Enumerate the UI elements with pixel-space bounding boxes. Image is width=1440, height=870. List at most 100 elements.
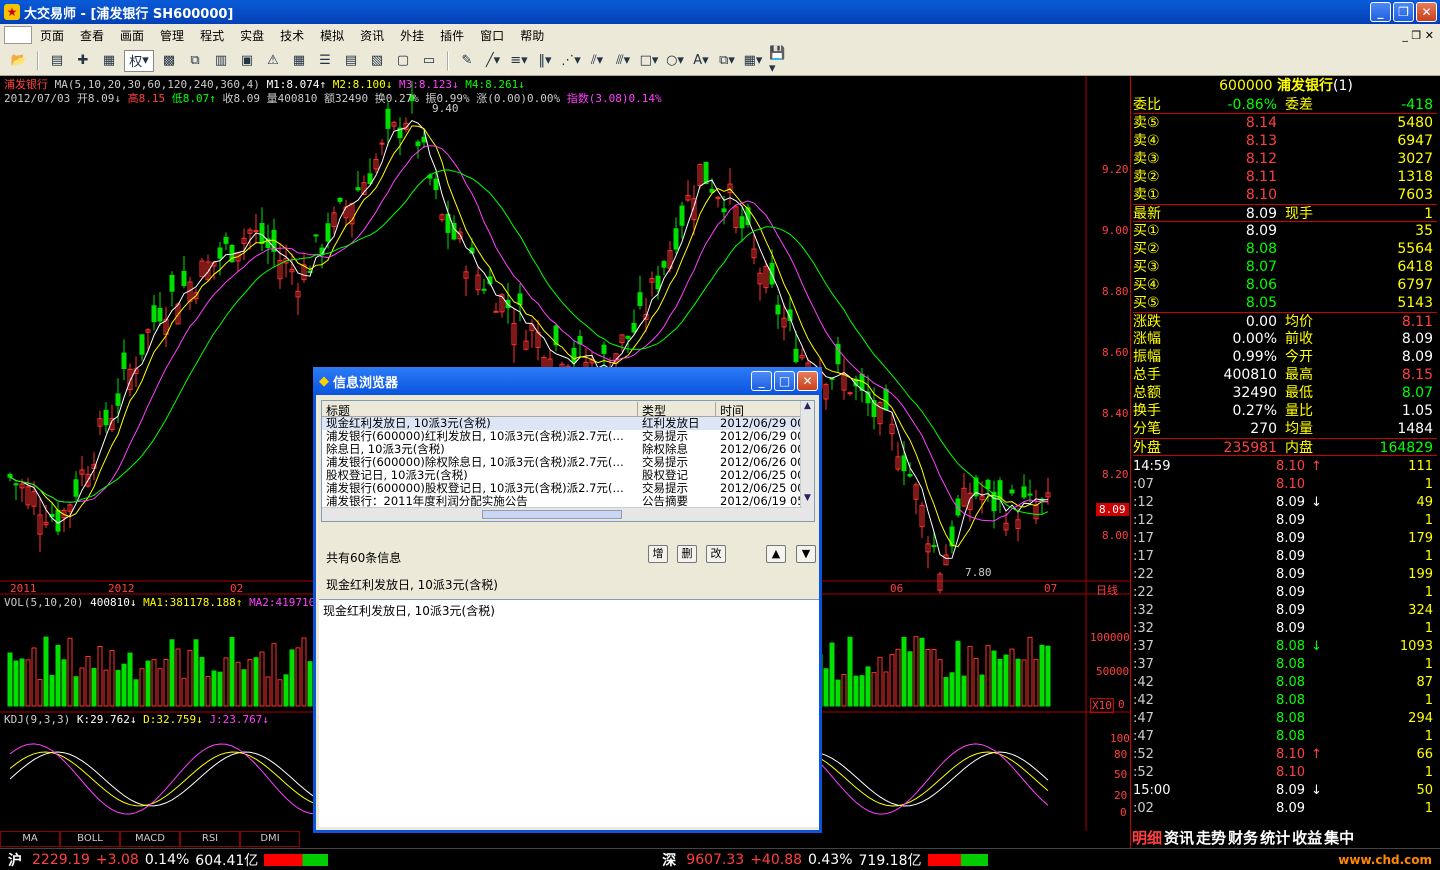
multi-icon[interactable]: ▥ xyxy=(210,50,232,72)
dialog-maximize-button[interactable]: □ xyxy=(774,371,795,391)
stock-icon[interactable]: ▤ xyxy=(46,50,68,72)
stat-label: 均价 xyxy=(1285,314,1313,330)
dialog-close-button[interactable]: ✕ xyxy=(797,371,818,391)
info-icon[interactable]: ▣ xyxy=(236,50,258,72)
hline-tool-icon[interactable]: ≡▾ xyxy=(508,50,530,72)
menu-manage[interactable]: 管理 xyxy=(152,27,192,44)
col-title[interactable]: 标题 xyxy=(322,402,638,418)
open-folder-icon[interactable]: 📂 xyxy=(8,50,30,72)
list-icon[interactable]: ☰ xyxy=(314,50,336,72)
tab-trend[interactable]: 走势 xyxy=(1196,827,1226,848)
tab-detail[interactable]: 明细 xyxy=(1132,827,1162,848)
menu-plugin[interactable]: 插件 xyxy=(432,27,472,44)
col-type[interactable]: 类型 xyxy=(638,402,716,418)
chart-icon[interactable]: ▩ xyxy=(158,50,180,72)
crosshair-icon[interactable]: ✚ xyxy=(72,50,94,72)
grid-icon[interactable]: ▦ xyxy=(98,50,120,72)
tab-ma[interactable]: MA xyxy=(0,831,60,847)
item-title: 浦发银行(600000)股权登记日, 10派3元(含税)派2.7元(… xyxy=(326,482,624,495)
circle-tool-icon[interactable]: ○▾ xyxy=(664,50,686,72)
window-icon[interactable]: ▭ xyxy=(418,50,440,72)
menu-program[interactable]: 程式 xyxy=(192,27,232,44)
tab-finance[interactable]: 财务 xyxy=(1228,827,1258,848)
kdj-tick: 0 xyxy=(1120,806,1127,819)
alert-icon[interactable]: ⚠ xyxy=(262,50,284,72)
list-item[interactable]: 浦发银行(600000)股权登记日, 10派3元(含税)派2.7元(… 交易提示 2… xyxy=(322,482,814,495)
line-tool-icon[interactable]: ╱▾ xyxy=(482,50,504,72)
info-content[interactable]: 现金红利发放日, 10派3元(含税) xyxy=(319,599,819,827)
menu-simulate[interactable]: 模拟 xyxy=(312,27,352,44)
report-icon[interactable]: ▤ xyxy=(340,50,362,72)
tick-arrow: ↓ xyxy=(1311,495,1322,510)
list-item[interactable]: 股权登记日, 10派3元(含税) 股权登记 2012/06/25 00 xyxy=(322,469,814,482)
tab-dmi[interactable]: DMI xyxy=(240,831,300,847)
text-tool-icon[interactable]: A▾ xyxy=(690,50,712,72)
toolbar-separator-2 xyxy=(447,50,449,71)
menu-page[interactable]: 页面 xyxy=(32,27,72,44)
ask-price: 8.12 xyxy=(1245,151,1277,167)
tick-time: :07 xyxy=(1133,477,1154,492)
delete-button[interactable]: 删 xyxy=(677,545,697,563)
menu-news[interactable]: 资讯 xyxy=(352,27,392,44)
rect-tool-icon[interactable]: □▾ xyxy=(638,50,660,72)
menu-plugin-ext[interactable]: 外挂 xyxy=(392,27,432,44)
candle-body xyxy=(379,142,385,145)
save-icon[interactable]: 💾▾ xyxy=(768,46,790,76)
edit-button[interactable]: 改 xyxy=(706,545,726,563)
add-button[interactable]: 增 xyxy=(648,545,668,563)
menu-trade[interactable]: 实盘 xyxy=(232,27,272,44)
item-type: 股权登记 xyxy=(642,469,688,482)
list-vscrollbar[interactable]: ▲ ▼ xyxy=(800,401,814,521)
tab-concentration[interactable]: 集中 xyxy=(1324,827,1354,848)
info-list[interactable]: 标题 类型 时间 现金红利发放日, 10派3元(含税) 红利发放日 2012/06/… xyxy=(321,400,815,522)
close-button[interactable]: ✕ xyxy=(1416,2,1437,22)
prev-up-icon[interactable]: ▲ xyxy=(766,545,786,563)
volume-bar xyxy=(79,667,85,707)
menu-view[interactable]: 查看 xyxy=(72,27,112,44)
restore-button[interactable]: ❐ xyxy=(1393,2,1414,22)
tab-stats[interactable]: 统计 xyxy=(1260,827,1290,848)
list-item[interactable]: 除息日, 10派3元(含税) 除权除息 2012/06/26 00 xyxy=(322,443,814,456)
monitor-icon[interactable]: ▢ xyxy=(392,50,414,72)
volume-bar xyxy=(103,669,109,707)
tab-news[interactable]: 资讯 xyxy=(1164,827,1194,848)
kline-icon[interactable]: ▧ xyxy=(366,50,388,72)
list-item[interactable]: 浦发银行(600000)红利发放日, 10派3元(含税)派2.7元(… 交易提示 2… xyxy=(322,430,814,443)
vline-tool-icon[interactable]: ‖▾ xyxy=(534,50,556,72)
tab-boll[interactable]: BOLL xyxy=(60,831,120,847)
menu-help[interactable]: 帮助 xyxy=(512,27,552,44)
next-down-icon[interactable]: ▼ xyxy=(796,545,816,563)
tab-macd[interactable]: MACD xyxy=(120,831,180,847)
channel-tool-icon[interactable]: ⫽▾ xyxy=(586,50,608,72)
palette-icon[interactable]: ▦▾ xyxy=(742,50,764,72)
col-time[interactable]: 时间 xyxy=(716,402,802,418)
volume-bar xyxy=(925,648,931,707)
sz-label: 深 xyxy=(662,852,677,869)
candle-body xyxy=(847,392,853,395)
scroll-up-icon[interactable]: ▲ xyxy=(801,401,814,415)
copy-tool-icon[interactable]: ⧉▾ xyxy=(716,50,738,72)
list-item[interactable]: 现金红利发放日, 10派3元(含税) 红利发放日 2012/06/29 00 xyxy=(322,417,814,430)
mdi-controls[interactable]: _ ❐ ✕ xyxy=(1402,29,1434,42)
table-icon[interactable]: ▦ xyxy=(288,50,310,72)
list-item[interactable]: 浦发银行(600000)除权除息日, 10派3元(含税)派2.7元(… 交易提示 2… xyxy=(322,456,814,469)
tab-rsi[interactable]: RSI xyxy=(180,831,240,847)
scroll-down-icon[interactable]: ▼ xyxy=(801,493,814,507)
dialog-titlebar[interactable]: ◆ 信息浏览器 xyxy=(313,367,822,395)
menu-window[interactable]: 窗口 xyxy=(472,27,512,44)
parallel-tool-icon[interactable]: ⫻▾ xyxy=(612,50,634,72)
hscroll-thumb[interactable] xyxy=(482,510,622,519)
compare-icon[interactable]: ⧉ xyxy=(184,50,206,72)
menu-app-icon[interactable] xyxy=(4,26,32,44)
period-label[interactable]: 日线 xyxy=(1096,582,1118,598)
menu-screen[interactable]: 画面 xyxy=(112,27,152,44)
tick-row: :22 8.09 199 xyxy=(1133,566,1437,584)
tab-profit[interactable]: 收益 xyxy=(1292,827,1322,848)
draw-icon[interactable]: ✎ xyxy=(456,50,478,72)
dialog-minimize-button[interactable]: _ xyxy=(751,371,772,391)
menu-tech[interactable]: 技术 xyxy=(272,27,312,44)
quan-button[interactable]: 权 ▾ xyxy=(124,49,154,72)
fan-tool-icon[interactable]: ⋰▾ xyxy=(560,50,582,72)
minimize-button[interactable]: _ xyxy=(1370,2,1391,22)
list-hscrollbar[interactable] xyxy=(322,507,802,521)
